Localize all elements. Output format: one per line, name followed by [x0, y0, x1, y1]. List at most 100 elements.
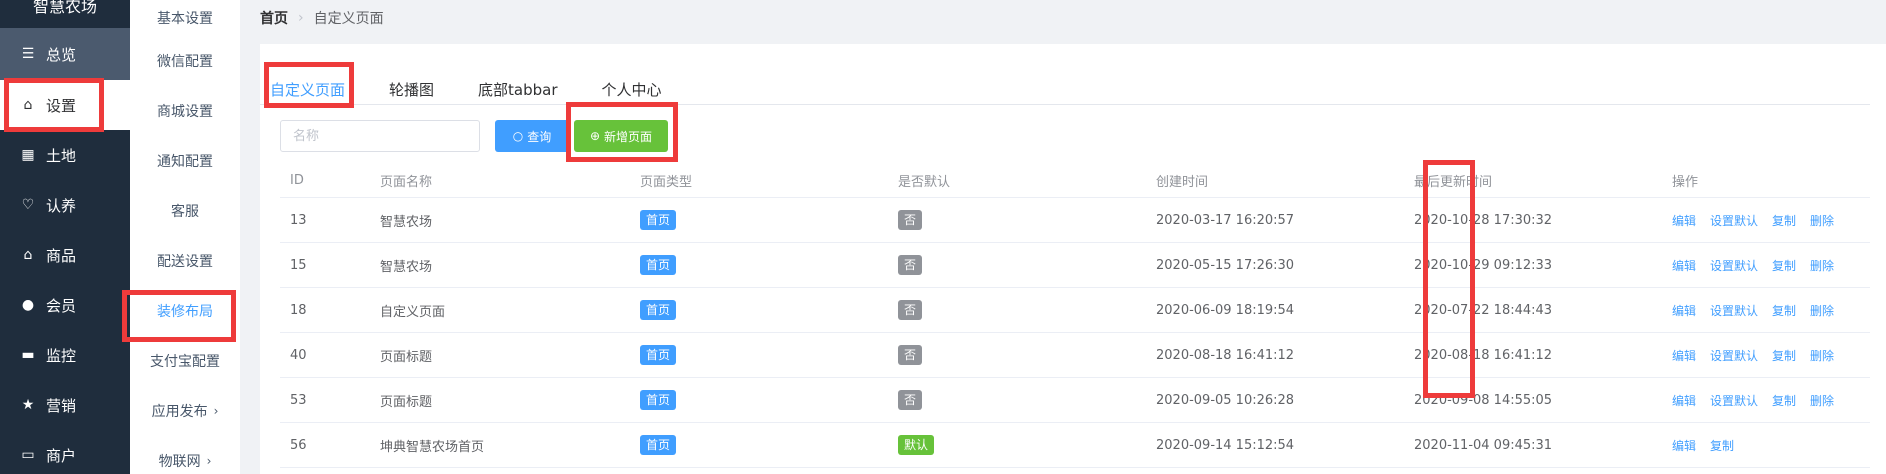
cell-created: 2020-03-17 16:20:57 — [1156, 212, 1295, 228]
delete-link[interactable]: 删除 — [1810, 212, 1834, 229]
subnav-item-mall[interactable]: 商城设置 — [130, 86, 240, 136]
edit-link[interactable]: 编辑 — [1672, 257, 1696, 274]
query-button[interactable]: ○ 查询 — [495, 120, 569, 152]
copy-link[interactable]: 复制 — [1772, 257, 1796, 274]
copy-link[interactable]: 复制 — [1772, 302, 1796, 319]
copy-link[interactable]: 复制 — [1710, 437, 1734, 454]
copy-link[interactable]: 复制 — [1772, 347, 1796, 364]
sidebar-item-goods[interactable]: ⌂ 商品 — [0, 230, 130, 280]
sidebar-item-overview[interactable]: ☰ 总览 — [0, 28, 130, 80]
table-row: 15 智慧农场 首页 否 2020-05-15 17:26:30 2020-10-29 0… — [280, 243, 1870, 288]
cell-type: 首页 — [640, 435, 898, 455]
edit-link[interactable]: 编辑 — [1672, 347, 1696, 364]
tab-carousel[interactable]: 轮播图 — [387, 79, 436, 100]
cell-id: 18 — [290, 302, 307, 318]
default-tag: 否 — [898, 390, 923, 410]
cell-default: 否 — [898, 345, 1156, 365]
sidebar-item-settings[interactable]: ⌂ 设置 — [0, 80, 130, 130]
subnav-item-service[interactable]: 客服 — [130, 186, 240, 236]
edit-link[interactable]: 编辑 — [1672, 437, 1696, 454]
default-tag: 默认 — [898, 435, 935, 455]
brand-title: 智慧农场 — [32, 0, 97, 16]
subnav-item-label: 支付宝配置 — [150, 354, 220, 370]
sidebar-item-members[interactable]: ● 会员 — [0, 280, 130, 330]
subnav-item-label: 应用发布 — [151, 404, 208, 420]
add-page-button[interactable]: ⊕ 新增页面 — [574, 120, 668, 152]
cell-created: 2020-09-05 10:26:28 — [1156, 392, 1295, 408]
tab-bottom-tabbar[interactable]: 底部tabbar — [476, 79, 559, 100]
subnav-item-alipay[interactable]: 支付宝配置 — [130, 336, 240, 386]
cell-actions: 编辑 设置默认 复制 删除 — [1672, 347, 1870, 364]
bag-icon: ⌂ — [23, 97, 33, 113]
table-header: ID 页面名称 页面类型 是否默认 创建时间 最后更新时间 操作 — [280, 164, 1870, 198]
sidebar-item-label: 土地 — [46, 146, 77, 165]
sidebar-item-merchant[interactable]: ▭ 商户 — [0, 430, 130, 474]
cell-name: 坤典智慧农场首页 — [380, 439, 485, 455]
cell-default: 否 — [898, 390, 1156, 410]
sidebar-item-monitor[interactable]: ▬ 监控 — [0, 330, 130, 380]
edit-link[interactable]: 编辑 — [1672, 302, 1696, 319]
sidebar-item-adopt[interactable]: ♡ 认养 — [0, 180, 130, 230]
cell-id: 15 — [290, 257, 307, 273]
cell-created: 2020-08-18 16:41:12 — [1156, 347, 1295, 363]
sidebar-item-label: 认养 — [46, 196, 77, 215]
subnav-item-label: 微信配置 — [157, 54, 213, 70]
type-tag: 首页 — [640, 255, 677, 275]
bag-icon: ⌂ — [23, 247, 33, 263]
subnav-item-decoration[interactable]: 装修布局 — [130, 286, 240, 336]
subnav-item-label: 商城设置 — [157, 104, 213, 120]
sidebar-item-label: 会员 — [46, 296, 77, 315]
cell-actions: 编辑 设置默认 复制 删除 — [1672, 212, 1870, 229]
delete-link[interactable]: 删除 — [1810, 302, 1834, 319]
default-tag: 否 — [898, 210, 923, 230]
set-default-link[interactable]: 设置默认 — [1710, 257, 1758, 274]
edit-link[interactable]: 编辑 — [1672, 212, 1696, 229]
set-default-link[interactable]: 设置默认 — [1710, 392, 1758, 409]
cell-created: 2020-09-14 15:12:54 — [1156, 437, 1295, 453]
breadcrumb-current: 自定义页面 — [313, 11, 384, 27]
cell-type: 首页 — [640, 390, 898, 410]
cell-created: 2020-06-09 18:19:54 — [1156, 302, 1295, 318]
star-icon: ★ — [21, 397, 35, 413]
edit-link[interactable]: 编辑 — [1672, 392, 1696, 409]
delete-link[interactable]: 删除 — [1810, 392, 1834, 409]
set-default-link[interactable]: 设置默认 — [1710, 212, 1758, 229]
copy-link[interactable]: 复制 — [1772, 392, 1796, 409]
set-default-link[interactable]: 设置默认 — [1710, 347, 1758, 364]
delete-link[interactable]: 删除 — [1810, 257, 1834, 274]
delete-link[interactable]: 删除 — [1810, 347, 1834, 364]
tab-profile[interactable]: 个人中心 — [600, 79, 664, 100]
subnav-item-iot[interactable]: 物联网 › — [130, 436, 240, 474]
search-input[interactable] — [280, 120, 480, 152]
sidebar-item-label: 商品 — [46, 246, 77, 265]
sidebar-item-label: 设置 — [46, 96, 77, 115]
camera-icon: ▬ — [21, 347, 35, 363]
add-page-button-label: 新增页面 — [604, 129, 653, 144]
header-name: 页面名称 — [380, 175, 433, 190]
pages-table: ID 页面名称 页面类型 是否默认 创建时间 最后更新时间 操作 13 智慧农场首… — [280, 164, 1870, 468]
sidebar-item-land[interactable]: ▦ 土地 — [0, 130, 130, 180]
cell-type: 首页 — [640, 345, 898, 365]
tab-custom-page[interactable]: 自定义页面 — [268, 79, 347, 100]
user-icon: ● — [21, 297, 35, 313]
subnav-item-delivery[interactable]: 配送设置 — [130, 236, 240, 286]
subnav-item-notify[interactable]: 通知配置 — [130, 136, 240, 186]
copy-link[interactable]: 复制 — [1772, 212, 1796, 229]
content-card: 自定义页面 轮播图 底部tabbar 个人中心 ○ 查询 ⊕ 新增页面 ID 页… — [260, 44, 1886, 474]
subnav-item-publish[interactable]: 应用发布 › — [130, 386, 240, 436]
cell-actions: 编辑 复制 — [1672, 437, 1870, 454]
breadcrumb: 首页 › 自定义页面 — [260, 8, 384, 28]
table-row: 40 页面标题 首页 否 2020-08-18 16:41:12 2020-08-18 1… — [280, 333, 1870, 378]
cell-updated: 2020-10-28 17:30:32 — [1414, 212, 1553, 228]
default-tag: 否 — [898, 255, 923, 275]
set-default-link[interactable]: 设置默认 — [1710, 302, 1758, 319]
sidebar-item-marketing[interactable]: ★ 营销 — [0, 380, 130, 430]
type-tag: 首页 — [640, 300, 677, 320]
subnav-item-wechat[interactable]: 微信配置 — [130, 36, 240, 86]
cell-type: 首页 — [640, 255, 898, 275]
chevron-right-icon: › — [213, 404, 219, 418]
breadcrumb-home[interactable]: 首页 — [260, 8, 288, 28]
subnav-item-basic[interactable]: 基本设置 — [130, 0, 240, 36]
table-row: 56 坤典智慧农场首页 首页 默认 2020-09-14 15:12:54 2020-11… — [280, 423, 1870, 468]
type-tag: 首页 — [640, 435, 677, 455]
